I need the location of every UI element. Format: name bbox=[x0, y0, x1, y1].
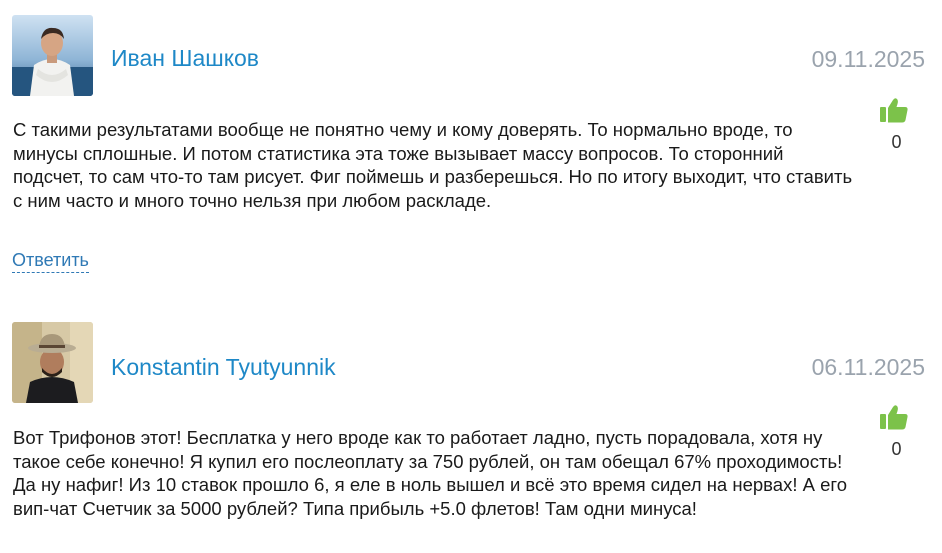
comment-item: Иван Шашков 09.11.2025 0 С такими резуль… bbox=[0, 0, 942, 290]
thumbs-up-icon bbox=[880, 98, 908, 123]
thumbs-up-icon bbox=[880, 405, 908, 430]
comment-text: Вот Трифонов этот! Бесплатка у него врод… bbox=[13, 427, 847, 519]
avatar-photo bbox=[12, 322, 93, 403]
avatar-photo bbox=[12, 15, 93, 96]
comment-date: 09.11.2025 bbox=[811, 46, 925, 72]
comment-text: С такими результатами вообще не понятно … bbox=[13, 119, 853, 211]
avatar[interactable] bbox=[12, 322, 93, 403]
comment-item: Konstantin Tyutyunnik 06.11.2025 0 Вот Т… bbox=[0, 290, 942, 553]
reply-button[interactable]: Ответить bbox=[12, 249, 89, 273]
like-count: 0 bbox=[891, 132, 902, 152]
comment-date: 06.11.2025 bbox=[811, 354, 925, 380]
like-count: 0 bbox=[891, 439, 902, 459]
author-name[interactable]: Konstantin Tyutyunnik bbox=[111, 354, 336, 381]
avatar[interactable] bbox=[12, 15, 93, 96]
author-name[interactable]: Иван Шашков bbox=[111, 45, 259, 72]
